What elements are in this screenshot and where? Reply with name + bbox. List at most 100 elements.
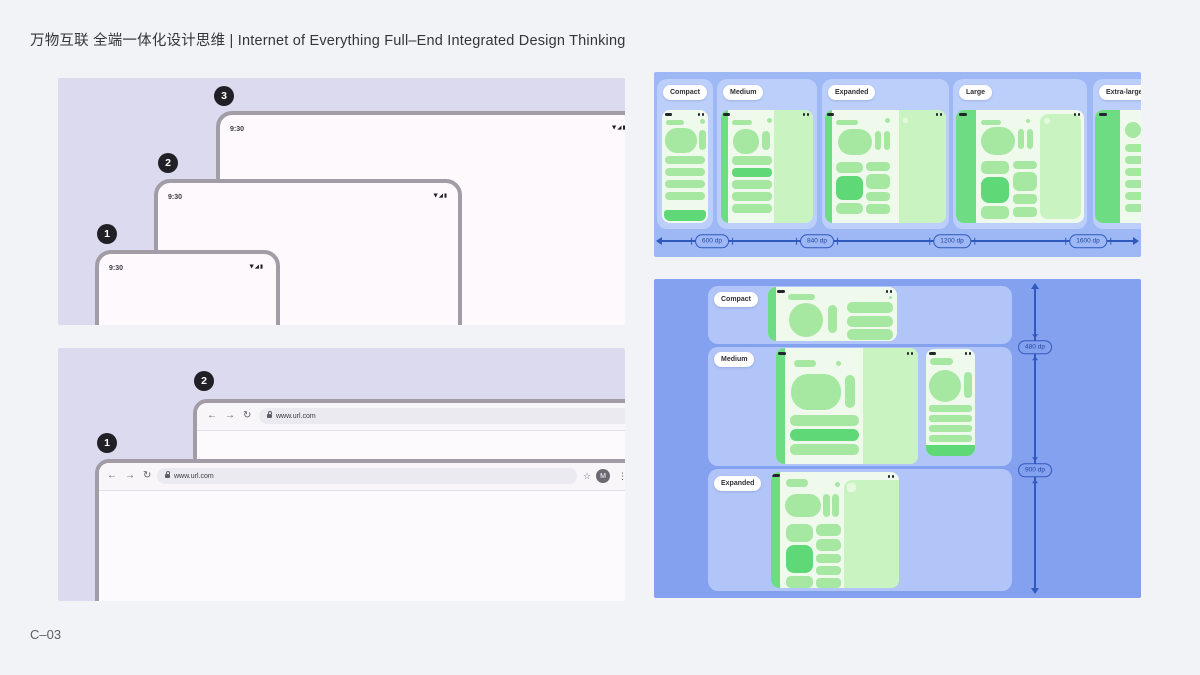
status-time: 9:30 <box>230 126 245 133</box>
wireframe-medium-phone <box>926 349 975 456</box>
wf-detail-pane <box>844 480 899 588</box>
wf-block <box>790 444 859 455</box>
wf-block <box>884 131 890 150</box>
wf-dot <box>903 118 908 123</box>
breakpoint-1200dp: 1200 dp <box>933 234 971 248</box>
slide-code: C–03 <box>30 627 62 642</box>
wf-block <box>790 415 859 426</box>
height-axis-line <box>1034 287 1036 590</box>
breakpoint-600dp: 600 dp <box>695 234 729 248</box>
wf-block <box>794 360 816 367</box>
wf-block-accent <box>981 177 1009 203</box>
wf-block-accent <box>836 176 863 200</box>
browser-toolbar: ← → ↻ www.url.com ☆ M ⋮ <box>99 463 625 491</box>
width-classes-panel: Compact Medium Expanded Large Extra-larg… <box>654 72 1141 257</box>
status-icons: ▼◢▮ <box>612 125 625 131</box>
wf-block <box>767 118 772 123</box>
wf-block <box>866 192 890 201</box>
browser-stack-panel: ← → ↻ www.url.com ← → ↻ www.url.com ☆ M … <box>58 348 625 601</box>
window-dots-icon <box>964 352 971 355</box>
nav-rail <box>721 110 728 223</box>
wf-block <box>700 119 705 124</box>
forward-icon: → <box>225 410 235 421</box>
arrow-down-icon <box>1031 588 1039 594</box>
wf-block <box>762 131 770 150</box>
nav-rail <box>768 287 776 341</box>
camera-notch <box>777 290 785 293</box>
class-label-medium: Medium <box>723 85 764 100</box>
forward-icon: → <box>125 470 135 481</box>
number-badge-2: 2 <box>194 371 214 391</box>
window-dots-icon <box>906 352 913 355</box>
reload-icon: ↻ <box>243 410 252 421</box>
window-dots-icon <box>697 113 704 116</box>
window-dots-icon <box>802 113 809 116</box>
wf-block <box>981 127 1015 155</box>
window-dots-icon <box>935 113 942 116</box>
wf-block <box>1125 122 1141 138</box>
lock-icon <box>165 471 170 478</box>
camera-notch <box>778 352 786 355</box>
wf-block <box>836 203 863 214</box>
number-badge-1: 1 <box>97 224 117 244</box>
wf-block <box>929 415 972 422</box>
window-dots-icon <box>885 290 892 293</box>
back-icon: ← <box>107 470 117 481</box>
avatar: M <box>596 469 610 483</box>
wf-block <box>1125 144 1141 152</box>
wf-block <box>666 120 684 125</box>
class-label-expanded: Expanded <box>714 476 762 491</box>
back-icon: ← <box>207 410 217 421</box>
wf-block <box>835 482 840 487</box>
wireframe-medium <box>721 110 813 223</box>
wf-block <box>732 180 772 189</box>
wf-block <box>929 405 972 412</box>
wf-block <box>786 479 808 487</box>
class-label-medium: Medium <box>714 352 755 367</box>
row-expanded: Expanded <box>708 469 1012 591</box>
class-label-extra-large: Extra-large <box>1099 85 1141 100</box>
wf-block <box>733 129 759 154</box>
wf-block <box>665 180 705 188</box>
bookmark-star-icon: ☆ <box>583 471 592 481</box>
nav-rail <box>776 348 785 464</box>
wf-dot <box>889 296 892 299</box>
arrow-up-icon <box>1031 283 1039 289</box>
wf-block <box>732 204 772 213</box>
url-text: www.url.com <box>276 412 316 420</box>
wireframe-medium-tablet <box>776 348 918 464</box>
wf-side-column <box>863 348 918 464</box>
nav-drawer <box>956 110 976 223</box>
number-badge-2: 2 <box>158 153 178 173</box>
wf-block <box>981 161 1009 174</box>
wf-block <box>828 305 837 333</box>
camera-notch <box>959 113 967 116</box>
wf-block <box>964 372 972 398</box>
wf-block <box>1026 119 1030 123</box>
nav-rail <box>771 472 780 588</box>
menu-dots-icon: ⋮ <box>618 471 625 481</box>
wf-block <box>732 156 772 165</box>
wf-block <box>1125 192 1141 200</box>
device-stack-panel: 9:30 ▼◢▮ 9:30 ▼◢▮ 9:30 ▼◢▮ 3 2 1 <box>58 78 625 325</box>
wf-block <box>1013 172 1037 191</box>
wf-block <box>732 192 772 201</box>
wf-dot <box>1044 118 1050 124</box>
wf-block <box>816 578 841 588</box>
wireframe-large <box>956 110 1084 223</box>
wf-block <box>930 358 953 365</box>
class-label-large: Large <box>959 85 993 100</box>
wf-block-accent <box>790 429 859 441</box>
wf-block <box>838 129 872 155</box>
wf-block <box>785 494 821 517</box>
camera-notch <box>772 474 780 477</box>
wireframe-extra-large <box>1095 110 1141 223</box>
camera-notch <box>1099 113 1107 116</box>
wf-block <box>665 128 697 153</box>
nav-drawer <box>1095 110 1120 223</box>
wireframe-expanded-tablet <box>771 472 899 588</box>
nav-rail <box>825 110 832 223</box>
arrow-left-icon <box>656 237 662 245</box>
class-label-compact: Compact <box>663 85 707 100</box>
wf-block <box>665 156 705 164</box>
